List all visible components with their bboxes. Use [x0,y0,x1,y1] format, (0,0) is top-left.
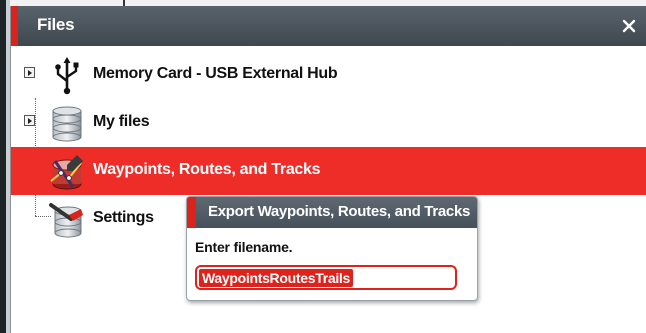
usb-icon [55,57,79,95]
filename-selected-text[interactable]: WaypointsRoutesTrails [199,269,353,287]
close-icon[interactable] [621,18,637,34]
tree-item-label: Settings [93,209,154,226]
expand-arrow-icon[interactable] [24,67,35,78]
tree-item-label: Memory Card - USB External Hub [93,65,338,82]
tree-item-memory-card[interactable]: Memory Card - USB External Hub [11,51,646,99]
title-bar: Files [11,6,646,46]
dialog-accent [187,197,196,228]
dialog-title: Export Waypoints, Routes, and Tracks [208,203,471,220]
filename-input[interactable]: WaypointsRoutesTrails [195,265,457,290]
tree-item-label: My files [93,113,150,130]
waypoints-icon [50,155,83,190]
tree-item-my-files[interactable]: My files [11,99,646,147]
tree-item-label: Waypoints, Routes, and Tracks [93,161,321,178]
filename-prompt: Enter filename. [195,239,293,255]
database-settings-icon [49,203,83,238]
export-dialog: Export Waypoints, Routes, and Tracks Ent… [186,196,478,301]
dialog-title-bar: Export Waypoints, Routes, and Tracks [187,197,477,228]
database-icon [52,106,82,142]
window-title: Files [37,15,75,34]
expand-arrow-icon[interactable] [24,115,35,126]
title-accent [11,6,18,46]
tree-item-waypoints[interactable]: Waypoints, Routes, and Tracks [11,147,646,195]
